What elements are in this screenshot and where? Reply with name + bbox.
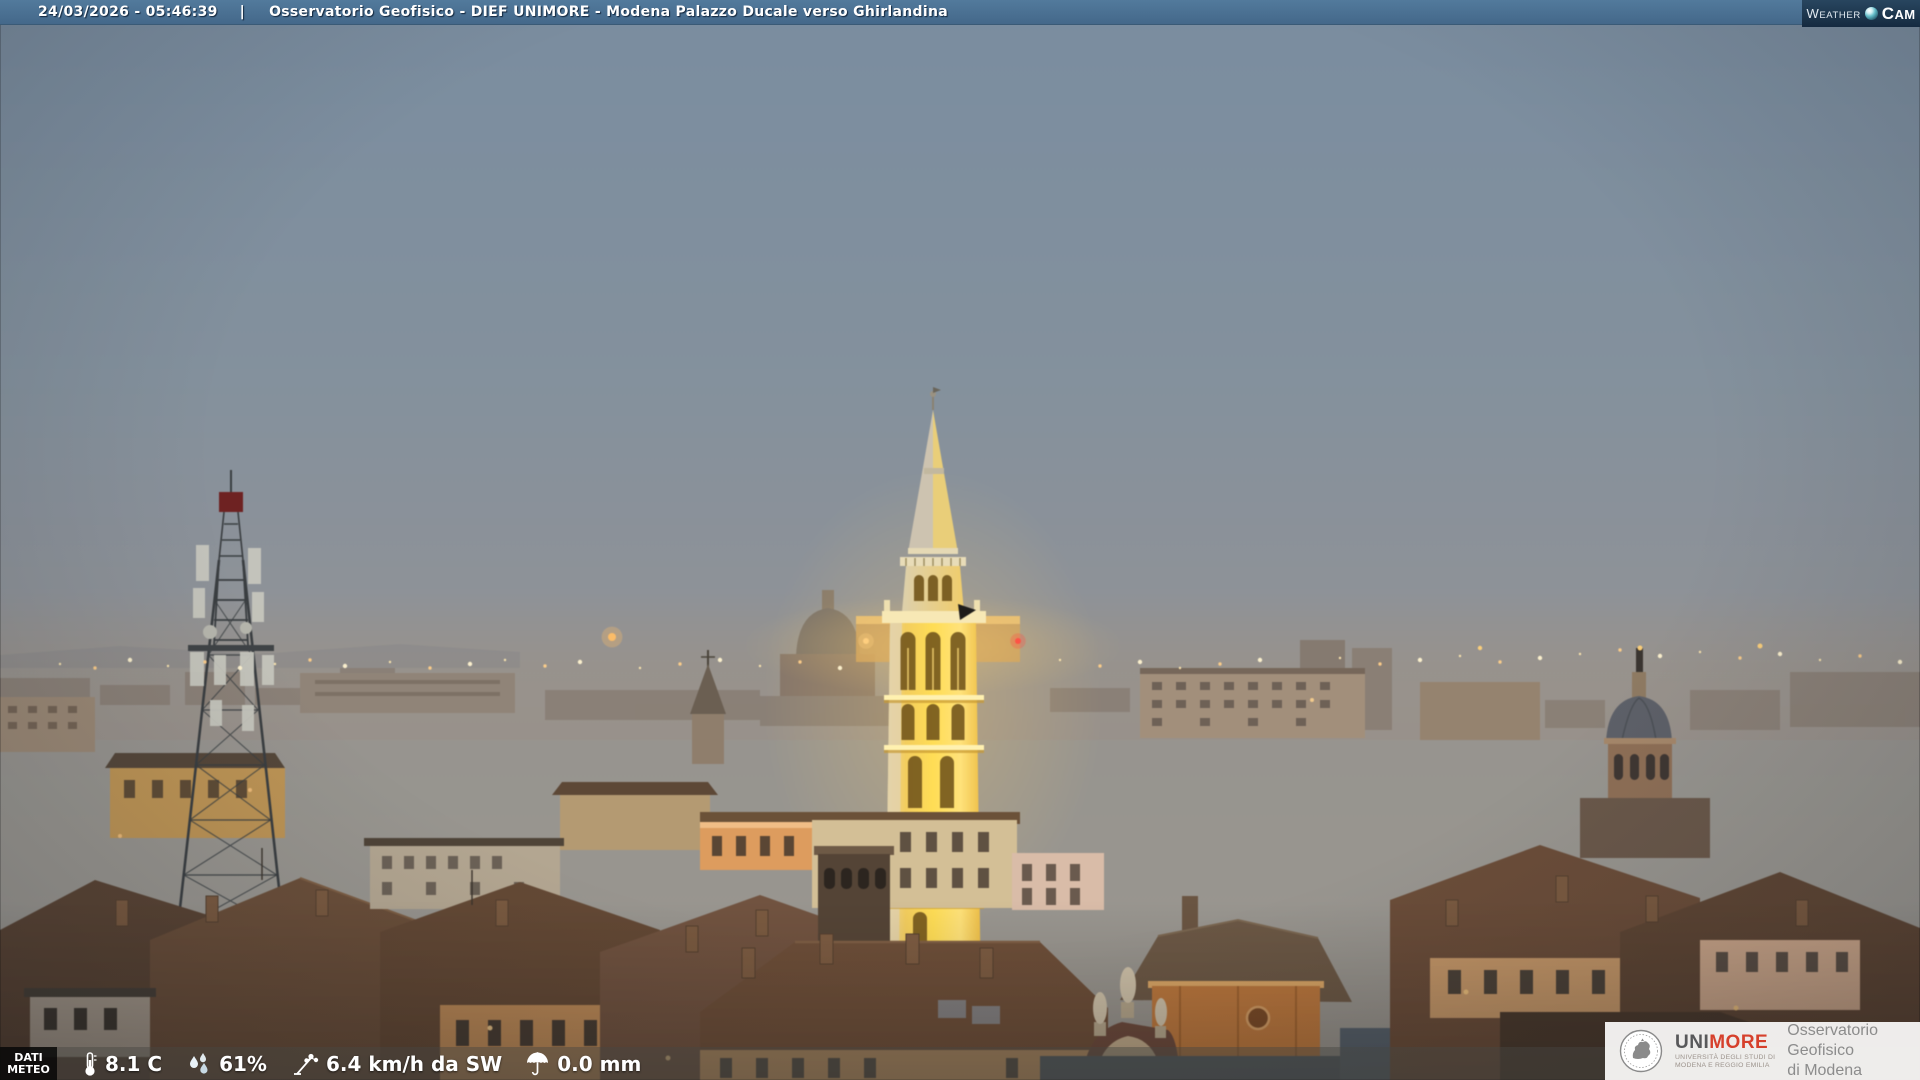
anemometer-icon <box>293 1053 319 1075</box>
weathercam-logo: WEATHER CAM <box>1802 0 1920 27</box>
wind-item: 6.4 km/h da SW <box>292 1051 502 1077</box>
precipitation-value: 0.0 mm <box>557 1051 642 1076</box>
apartment-block <box>1140 668 1365 738</box>
header-bar: 24/03/2026 - 05:46:39 | Osservatorio Geo… <box>0 0 1920 25</box>
thermometer-icon <box>85 1051 97 1076</box>
wind-value: 6.4 km/h da SW <box>325 1051 503 1076</box>
unimore-footer: UNIMORE UNIVERSITÀ DEGLI STUDI DI MODENA… <box>1605 1022 1920 1080</box>
university-subtitle: UNIVERSITÀ DEGLI STUDI DI MODENA E REGGI… <box>1675 1053 1776 1069</box>
unimore-seal-icon <box>1619 1029 1663 1073</box>
brand-weather-label: WEATHER <box>1806 6 1861 21</box>
dati-meteo-label: DATI METEO <box>0 1047 57 1080</box>
observatory-name: Osservatorio Geofisico di Modena <box>1787 1022 1878 1079</box>
brand-cam-label: CAM <box>1881 3 1916 23</box>
umbrella-icon <box>527 1051 549 1075</box>
humidity-item: 61% <box>186 1052 267 1076</box>
timestamp: 24/03/2026 - 05:46:39 <box>38 4 218 20</box>
webcam-frame: 24/03/2026 - 05:46:39 | Osservatorio Geo… <box>0 0 1920 1080</box>
humidity-value: 61% <box>219 1051 267 1076</box>
water-drops-icon <box>190 1052 208 1074</box>
camera-title: Osservatorio Geofisico - DIEF UNIMORE - … <box>269 4 948 20</box>
temperature-value: 8.1 C <box>105 1051 163 1076</box>
temperature-item: 8.1 C <box>82 1051 162 1077</box>
precipitation-item: 0.0 mm <box>524 1051 641 1077</box>
city-panorama <box>0 0 1920 1080</box>
unimore-wordmark: UNIMORE UNIVERSITÀ DEGLI STUDI DI MODENA… <box>1675 1031 1776 1069</box>
separator: | <box>239 4 246 20</box>
globe-icon <box>1864 7 1878 20</box>
